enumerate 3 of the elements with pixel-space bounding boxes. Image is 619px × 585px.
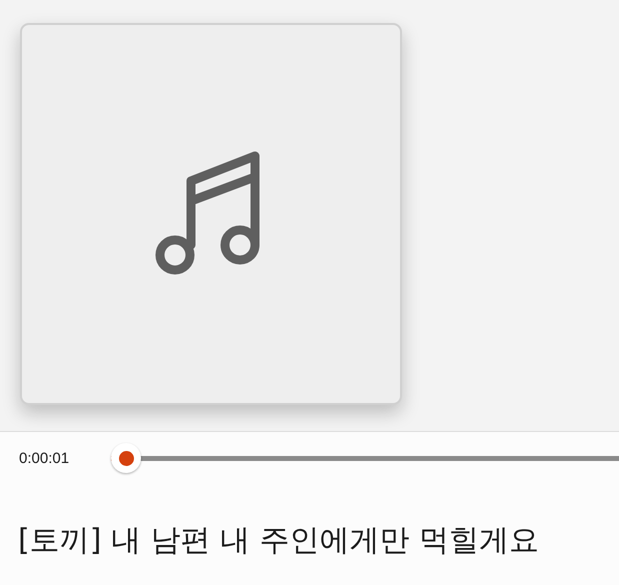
track-title: [토끼] 내 남편 내 주인에게만 먹힐게요 — [18, 522, 540, 560]
slider-thumb[interactable] — [111, 443, 142, 473]
elapsed-time: 0:00:01 — [19, 450, 70, 466]
